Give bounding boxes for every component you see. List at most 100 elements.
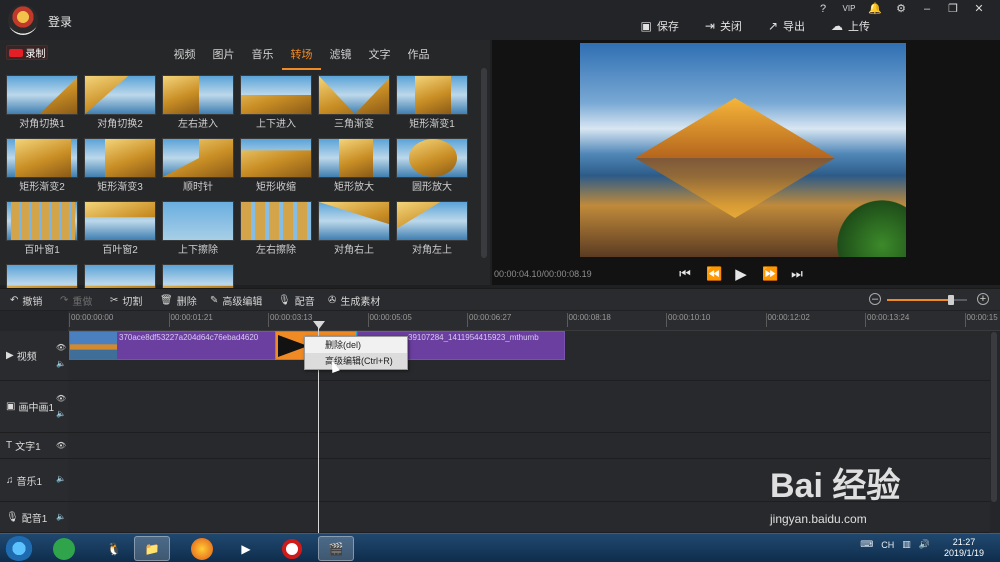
transition-item[interactable]: 左右进入 bbox=[162, 75, 234, 136]
next-frame-icon[interactable]: ⏩ bbox=[762, 266, 778, 282]
zoom-slider-fill bbox=[887, 299, 951, 301]
transition-preview-shape bbox=[39, 76, 77, 114]
upload-button[interactable]: ☁ 上传 bbox=[831, 18, 870, 34]
window-controls: ? VIP 🔔 ⚙ – ❐ ✕ bbox=[810, 2, 992, 16]
start-button[interactable] bbox=[5, 536, 33, 561]
video-clip-1[interactable]: 370ace8df53227a204d64c76ebad4620 bbox=[69, 331, 276, 360]
transition-item[interactable]: 矩形渐变1 bbox=[396, 75, 468, 136]
tab-works[interactable]: 作品 bbox=[399, 46, 438, 70]
eye-icon[interactable]: 👁 bbox=[56, 394, 66, 403]
login-link[interactable]: 登录 bbox=[48, 13, 72, 30]
dub-button[interactable]: 🎙 配音 bbox=[278, 293, 315, 308]
network-icon[interactable]: ▥ bbox=[902, 539, 911, 550]
taskbar-app-explorer[interactable]: 📁 bbox=[134, 536, 170, 561]
taskbar-app-green[interactable] bbox=[46, 536, 82, 561]
menu-item-delete[interactable]: 删除(del) bbox=[305, 337, 407, 353]
undo-label: 撤销 bbox=[22, 297, 43, 308]
keyboard-icon[interactable]: ⌨ bbox=[860, 539, 873, 550]
zoom-in-icon[interactable]: + bbox=[977, 293, 989, 305]
undo-button[interactable]: ↶ 撤销 bbox=[10, 293, 42, 308]
zoom-slider[interactable] bbox=[887, 295, 967, 305]
taskbar-app-firefox[interactable] bbox=[184, 536, 220, 561]
library-scrollbar[interactable] bbox=[481, 68, 487, 258]
speaker-icon[interactable]: 🔈 bbox=[56, 512, 66, 521]
skip-end-icon[interactable]: ⏭ bbox=[790, 266, 804, 282]
tab-image[interactable]: 图片 bbox=[204, 46, 243, 70]
transition-label: 对角切换2 bbox=[97, 119, 143, 130]
transition-item[interactable]: 矩形渐变2 bbox=[6, 138, 78, 199]
transition-item[interactable]: 上下进入 bbox=[240, 75, 312, 136]
clock[interactable]: 21:27 2019/1/19 bbox=[944, 537, 984, 559]
transition-item[interactable]: 对角左上 bbox=[396, 201, 468, 262]
ruler-tick: 00:00:03:13 bbox=[267, 313, 313, 327]
play-icon[interactable]: ▶ bbox=[734, 265, 748, 283]
menu-item-advanced-edit[interactable]: 高级编辑(Ctrl+R) bbox=[305, 353, 407, 369]
skip-start-icon[interactable]: ⏮ bbox=[678, 266, 692, 282]
clock-date: 2019/1/19 bbox=[943, 548, 984, 558]
dub-track-name: 配音1 bbox=[21, 513, 48, 525]
text-track-lane[interactable] bbox=[68, 433, 990, 459]
taskbar-app-editor[interactable]: 🎬 bbox=[318, 536, 354, 561]
tab-music[interactable]: 音乐 bbox=[243, 46, 282, 70]
transition-item[interactable]: 矩形渐变3 bbox=[84, 138, 156, 199]
vip-icon[interactable]: VIP bbox=[836, 2, 862, 16]
timeline-ruler[interactable]: 00:00:00:00 00:00:01:21 00:00:03:13 00:00:0… bbox=[68, 311, 1000, 331]
record-button[interactable]: 录制 bbox=[6, 45, 48, 60]
tray-lang[interactable]: CH bbox=[881, 540, 894, 550]
export-label: 导出 bbox=[783, 21, 805, 33]
tab-transition[interactable]: 转场 bbox=[282, 46, 321, 70]
gear-icon[interactable]: ⚙ bbox=[888, 2, 914, 16]
pip-track-lane[interactable] bbox=[68, 381, 990, 433]
text-track-name: 文字1 bbox=[15, 442, 41, 453]
transition-item[interactable]: 圆形放大 bbox=[396, 138, 468, 199]
help-icon[interactable]: ? bbox=[810, 2, 836, 16]
minimize-icon[interactable]: – bbox=[914, 2, 940, 16]
editor-app-icon: 🎬 bbox=[328, 541, 344, 556]
transition-item[interactable]: 矩形收缩 bbox=[240, 138, 312, 199]
taskbar-app-qq[interactable]: 🐧 bbox=[96, 536, 132, 561]
app-logo[interactable] bbox=[8, 5, 38, 35]
redo-button[interactable]: ↷ 重做 bbox=[60, 293, 92, 308]
maximize-icon[interactable]: ❐ bbox=[940, 2, 966, 16]
preview-mountain bbox=[635, 98, 835, 158]
taskbar-app-recorder[interactable] bbox=[274, 536, 310, 561]
tab-video[interactable]: 视频 bbox=[165, 46, 204, 70]
upload-label: 上传 bbox=[848, 21, 870, 33]
close-button[interactable]: ⇥ 关闭 bbox=[705, 18, 742, 34]
volume-icon[interactable]: 🔊 bbox=[919, 539, 930, 550]
taskbar-app-media[interactable]: ▶ bbox=[228, 536, 264, 561]
transition-item[interactable]: 左右擦除 bbox=[240, 201, 312, 262]
tab-filter[interactable]: 滤镜 bbox=[321, 46, 360, 70]
transition-item[interactable]: 上下擦除 bbox=[162, 201, 234, 262]
eye-icon[interactable]: 👁 bbox=[56, 441, 66, 450]
transition-item[interactable]: 矩形放大 bbox=[318, 138, 390, 199]
save-button[interactable]: ▣ 保存 bbox=[641, 18, 679, 34]
transition-preview-shape bbox=[85, 202, 155, 218]
bell-icon[interactable]: 🔔 bbox=[862, 2, 888, 16]
transition-item[interactable]: 三角渐变 bbox=[318, 75, 390, 136]
zoom-slider-handle[interactable] bbox=[948, 295, 954, 305]
speaker-icon[interactable]: 🔈 bbox=[56, 409, 66, 418]
close-icon[interactable]: ✕ bbox=[966, 2, 992, 16]
transition-item[interactable]: 顺时针 bbox=[162, 138, 234, 199]
transition-item[interactable]: 对角切换1 bbox=[6, 75, 78, 136]
transition-item[interactable]: 对角右上 bbox=[318, 201, 390, 262]
export-button[interactable]: ↗ 导出 bbox=[768, 18, 805, 34]
title-bar: 登录 ? VIP 🔔 ⚙ – ❐ ✕ ▣ 保存 ⇥ 关闭 ↗ 导出 ☁ 上传 bbox=[0, 0, 1000, 40]
transition-item[interactable]: 对角切换2 bbox=[84, 75, 156, 136]
zoom-out-icon[interactable]: – bbox=[869, 293, 881, 305]
cut-button[interactable]: ✂ 切割 bbox=[110, 293, 142, 308]
delete-label: 删除 bbox=[176, 297, 197, 308]
tab-text[interactable]: 文字 bbox=[360, 46, 399, 70]
playhead-handle[interactable] bbox=[313, 321, 325, 329]
transition-item[interactable]: 百叶窗2 bbox=[84, 201, 156, 262]
generate-material-button[interactable]: ✇ 生成素材 bbox=[328, 293, 380, 308]
transition-item[interactable]: 百叶窗1 bbox=[6, 201, 78, 262]
eye-icon[interactable]: 👁 bbox=[56, 343, 66, 352]
speaker-icon[interactable]: 🔈 bbox=[56, 474, 66, 483]
prev-frame-icon[interactable]: ⏪ bbox=[706, 266, 722, 282]
speaker-icon[interactable]: 🔈 bbox=[56, 359, 66, 368]
timeline-scrollbar[interactable] bbox=[991, 332, 997, 502]
delete-button[interactable]: 🗑 删除 bbox=[160, 293, 197, 308]
advanced-edit-button[interactable]: ✎ 高级编辑 bbox=[210, 293, 262, 308]
